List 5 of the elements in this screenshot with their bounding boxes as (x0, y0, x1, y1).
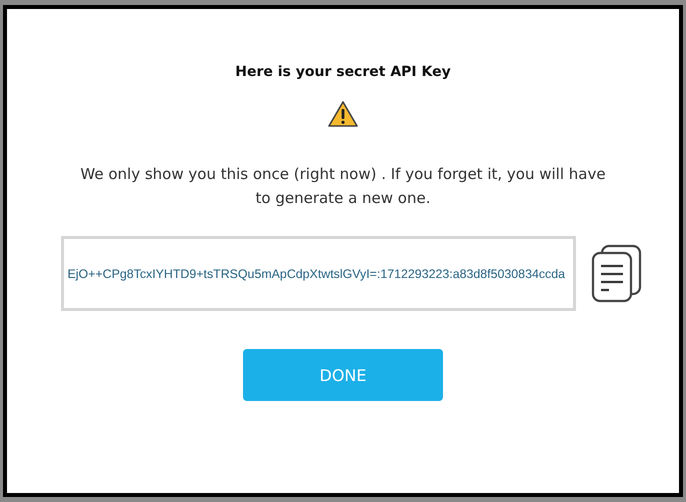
dialog-title: Here is your secret API Key (235, 64, 451, 80)
api-key-field[interactable]: EjO++CPg8TcxIYHTD9+tsTRSQu5mApCdpXtwtslGVyI=:1712293223:a83d8f5030834ccda (60, 236, 576, 311)
warning-icon (327, 100, 359, 128)
warning-message: We only show you this once (right now) . If you forget it, you will have to generate a new one. (79, 164, 607, 209)
copy-icon[interactable] (590, 244, 644, 304)
